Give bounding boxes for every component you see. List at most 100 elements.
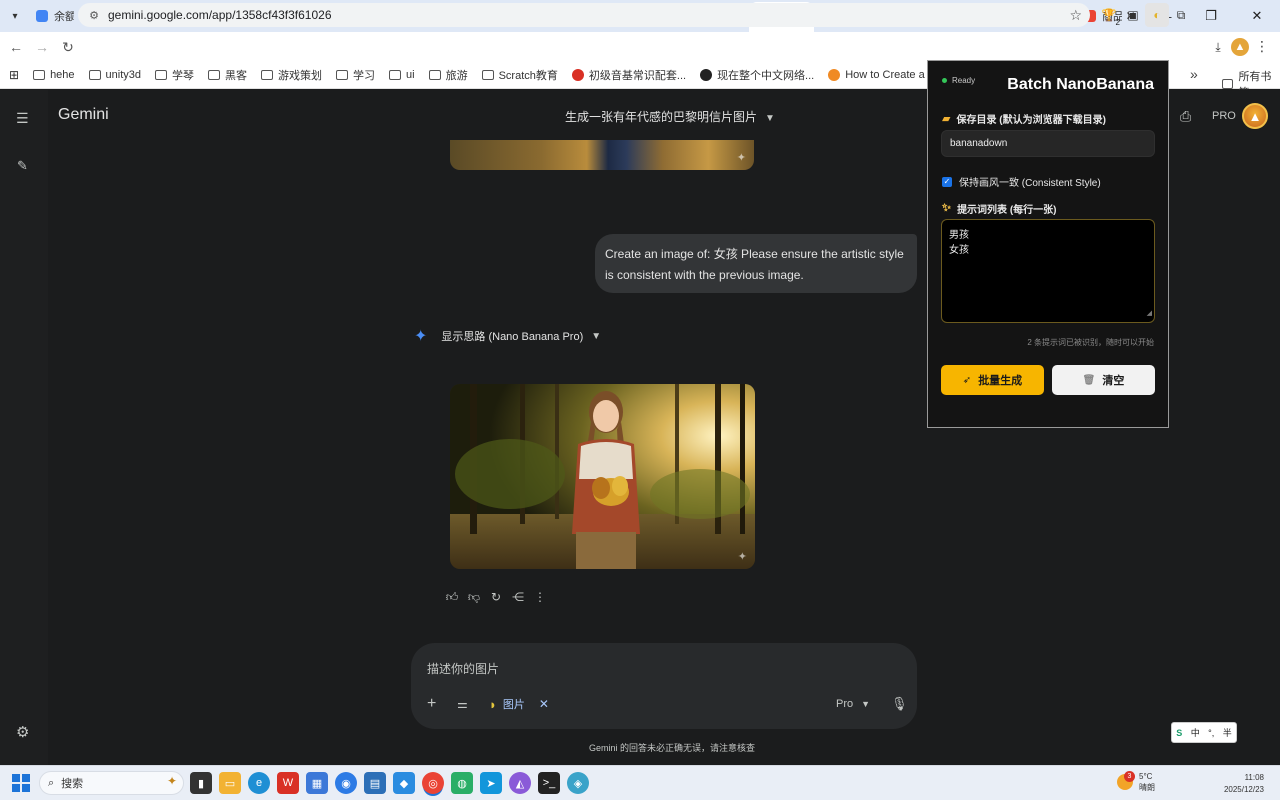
extension-banana-icon[interactable]: ◐ [1145, 3, 1169, 27]
bookmark-label: unity3d [105, 69, 142, 81]
close-window-icon[interactable]: ✕ [1234, 0, 1280, 32]
consistent-style-checkbox[interactable]: ✓ [942, 176, 952, 187]
bookmarks-overflow-icon[interactable]: » [1190, 66, 1198, 82]
thumbs-down-icon[interactable]: 👎︎ [466, 590, 482, 605]
bookmark-folder[interactable]: hehe [26, 69, 81, 81]
save-dir-input[interactable]: bananadown [941, 130, 1155, 157]
tools-icon[interactable]: ⚌ [457, 697, 468, 711]
status-dot-icon [942, 78, 947, 83]
ime-toolbar[interactable]: S 中 °, 半 [1171, 722, 1237, 743]
show-thinking-toggle[interactable]: ✦ 显示思路 (Nano Banana Pro) ▼ [414, 326, 601, 346]
bookmark-folder[interactable]: 学习 [329, 67, 382, 83]
feishu-icon[interactable]: ◆ [393, 772, 415, 794]
task-view-icon[interactable]: ▮ [190, 772, 212, 794]
download-icon[interactable]: ⤓ [1206, 35, 1230, 59]
address-bar[interactable]: ⚙ gemini.google.com/app/1358cf43f3f61026… [78, 3, 1090, 27]
site-info-icon[interactable]: ⚙ [82, 9, 106, 22]
file-explorer-icon[interactable]: ▭ [219, 772, 241, 794]
chevron-down-icon: ▼ [861, 699, 871, 709]
regenerate-icon[interactable]: ↻ [488, 590, 504, 605]
extension-trophy-icon[interactable]: 🏆 2 [1097, 3, 1121, 27]
remove-chip-icon[interactable]: ✕ [539, 697, 549, 711]
chrome-icon[interactable]: ◎ [422, 772, 444, 794]
prompt-input[interactable]: 描述你的图片 [427, 660, 499, 677]
consistent-style-option[interactable]: ✓ 保持画风一致 (Consistent Style) [942, 174, 1101, 189]
reload-icon[interactable]: ↻ [56, 35, 80, 59]
clear-button[interactable]: 🗑︎ 清空 [1052, 365, 1155, 395]
apps-grid-icon[interactable]: ⊞ [0, 68, 26, 82]
gemini-spark-icon: ✦ [414, 328, 428, 345]
generated-image[interactable]: ✦ [450, 384, 755, 569]
forward-arrow-icon[interactable]: → [30, 35, 54, 59]
bookmark-label: 现在整个中文网络... [717, 70, 815, 82]
sparkle-watermark-icon: ✦ [736, 152, 746, 164]
app-purple-icon[interactable]: ◭ [509, 772, 531, 794]
batch-nanobanana-popup: Ready Batch NanoBanana ▰ 保存目录 (默认为浏览器下载目… [927, 60, 1169, 428]
user-avatar[interactable]: ▲ [1242, 103, 1268, 129]
profile-avatar[interactable]: ▲ [1231, 38, 1249, 56]
printer-icon[interactable]: ⎙ [1180, 108, 1191, 125]
bookmark-folder[interactable]: Scratch教育 [475, 67, 565, 83]
windows-start-icon[interactable] [12, 774, 30, 792]
save-dir-label-text: 保存目录 (默认为浏览器下载目录) [956, 115, 1106, 126]
more-options-icon[interactable]: ⋮ [532, 590, 548, 605]
back-arrow-icon[interactable]: ← [4, 35, 28, 59]
prompt-list-textarea[interactable]: 男孩 女孩 ◢ [941, 219, 1155, 323]
url-text[interactable]: gemini.google.com/app/1358cf43f3f61026 [108, 8, 332, 22]
settings-gear-icon[interactable]: ⚙ [16, 723, 29, 741]
image-chip-label: 图片 [502, 699, 525, 711]
bookmark-folder[interactable]: 黑客 [201, 67, 254, 83]
image-tool-chip[interactable]: ◗ 图片 ✕ [489, 696, 549, 712]
gemini-brand[interactable]: Gemini [58, 106, 109, 124]
batch-generate-label: 批量生成 [978, 375, 1023, 387]
more-menu-icon[interactable]: ⋮ [1255, 38, 1269, 55]
restore-icon[interactable]: ❐ [1188, 0, 1234, 32]
taskbar-search-label: 搜索 [61, 778, 84, 790]
pro-badge[interactable]: PRO [1208, 108, 1240, 124]
thumbs-up-icon[interactable]: 👍︎ [444, 590, 460, 605]
conversation-title[interactable]: 生成一张有年代感的巴黎明信片图片 ▼ [565, 108, 775, 125]
store-icon[interactable]: ▦ [306, 772, 328, 794]
photos-icon[interactable]: ▤ [364, 772, 386, 794]
system-clock[interactable]: 11:08 2025/12/23 [1222, 772, 1264, 796]
main-menu-icon[interactable]: ☰ [16, 110, 29, 127]
tab-search-button[interactable]: ▾ [2, 3, 28, 29]
new-chat-icon[interactable]: ✎ [17, 158, 28, 174]
add-attachment-icon[interactable]: + [427, 695, 436, 713]
edge-icon[interactable]: e [248, 772, 270, 794]
terminal-icon[interactable]: >_ [538, 772, 560, 794]
bookmark-label: ui [406, 69, 415, 81]
prompt-list-text: 男孩 女孩 [949, 230, 969, 256]
bookmark-folder[interactable]: 旅游 [422, 67, 475, 83]
bookmark-folder[interactable]: ui [382, 69, 422, 81]
batch-generate-button[interactable]: ➶ 批量生成 [941, 365, 1044, 395]
weather-widget[interactable]: 3 5°C 晴朗 [1117, 771, 1155, 793]
microphone-icon[interactable]: 🎙︎ [891, 696, 908, 712]
ime-width[interactable]: 半 [1223, 726, 1232, 739]
popup-title: Batch NanoBanana [1007, 76, 1154, 93]
taskbar-search[interactable]: ⌕ 搜索 ✦ [39, 771, 184, 795]
wps-icon[interactable]: W [277, 772, 299, 794]
bookmark-label: Scratch教育 [498, 70, 558, 82]
share-icon[interactable]: ⋲ [510, 590, 526, 605]
wechat-icon[interactable]: ◍ [451, 772, 473, 794]
extensions-area: 🏆 2 ▣ ◐ ⧉ [1097, 3, 1193, 27]
previous-generated-image[interactable]: ✦ [450, 140, 754, 170]
save-dir-label: ▰ 保存目录 (默认为浏览器下载目录) [942, 111, 1106, 126]
app-circle-icon[interactable]: ◉ [335, 772, 357, 794]
dingtalk-icon[interactable]: ➤ [480, 772, 502, 794]
resize-handle-icon[interactable]: ◢ [1147, 306, 1152, 321]
bookmark-folder[interactable]: 学琴 [148, 67, 201, 83]
bookmark-link[interactable]: 现在整个中文网络... [693, 67, 821, 83]
extensions-puzzle-icon[interactable]: ⧉ [1169, 3, 1193, 27]
prompt-composer: 描述你的图片 + ⚌ ◗ 图片 ✕ Pro ▼ 🎙︎ [411, 643, 917, 729]
bookmark-folder[interactable]: unity3d [82, 69, 148, 81]
bookmark-star-icon[interactable]: ☆ [1069, 7, 1082, 24]
bookmark-folder[interactable]: 游戏策划 [254, 67, 329, 83]
ime-punctuation[interactable]: °, [1208, 728, 1214, 738]
model-selector[interactable]: Pro ▼ [836, 698, 870, 710]
bookmark-link[interactable]: 初级音基常识配套... [565, 67, 693, 83]
app-globe-icon[interactable]: ◈ [567, 772, 589, 794]
extension-clipboard-icon[interactable]: ▣ [1121, 3, 1145, 27]
ime-language[interactable]: 中 [1191, 726, 1200, 739]
